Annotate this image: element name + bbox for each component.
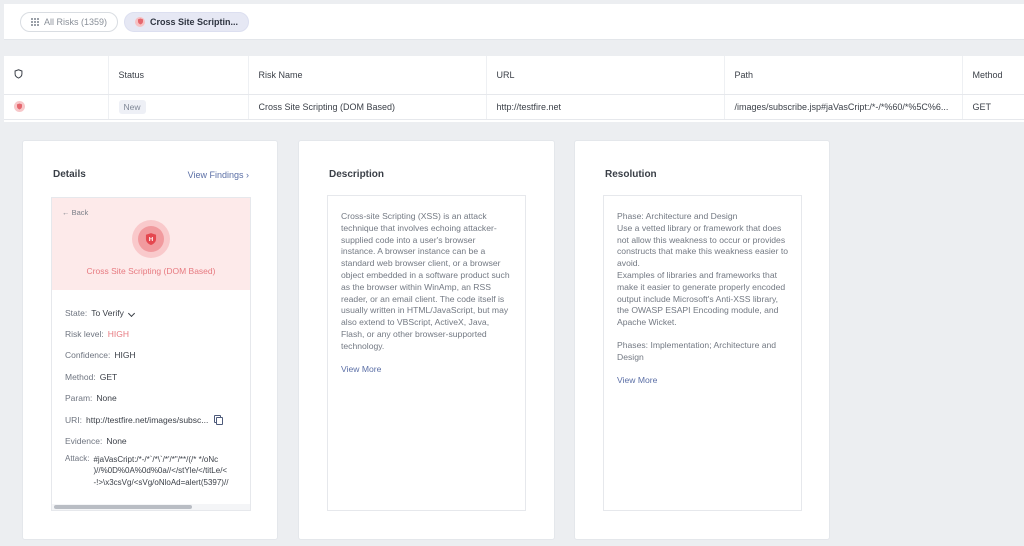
row-risk-name: Cross Site Scripting (DOM Based) [247,94,486,120]
svg-text:H: H [149,237,153,243]
details-fields: State: To Verify Risk level: HIGH Confid… [52,290,250,452]
risk-level-value: HIGH [107,329,129,340]
view-findings-label: View Findings [187,170,244,180]
back-button[interactable]: ← Back [62,208,88,217]
method-field: Method: GET [65,366,250,387]
table-row[interactable]: New Cross Site Scripting (DOM Based) htt… [4,94,1024,120]
confidence-field: Confidence: HIGH [65,345,250,366]
attack-label: Attack: [65,453,90,463]
grid-icon [31,17,39,26]
shield-outline-icon [14,68,23,79]
filter-active-risk[interactable]: Cross Site Scriptin... [124,11,250,32]
confidence-value: HIGH [114,350,136,361]
column-header-method[interactable]: Method [961,56,1024,95]
back-label: Back [71,208,89,217]
chevron-down-icon [127,309,135,317]
method-value: GET [99,371,118,382]
state-field: State: To Verify [65,302,250,323]
evidence-value: None [106,436,127,447]
table-header-row: Status Risk Name URL Path Method [4,56,1024,95]
resolution-box: Phase: Architecture and Design Use a vet… [603,195,802,511]
row-path: /images/subscribe.jsp#jaVasCript:/*-/*%6… [723,94,962,120]
risks-table: Status Risk Name URL Path Method New Cro… [4,56,1024,122]
state-label: State: [65,307,88,318]
description-box: Cross-site Scripting (XSS) is an attack … [327,195,526,511]
uri-field: URI: http://testfire.net/images/subsc... [65,409,250,430]
row-severity [4,94,108,120]
filter-bar: All Risks (1359) Cross Site Scriptin... [4,4,1024,40]
resolution-text-1: Use a vetted library or framework that d… [617,222,788,269]
state-dropdown[interactable]: To Verify [91,307,135,318]
description-text: Cross-site Scripting (XSS) is an attack … [341,211,510,351]
evidence-label: Evidence: [65,436,103,447]
resolution-phase: Phase: Architecture and Design [617,211,738,221]
attack-field: Attack: #jaVasCript:/*-/*`/*\`/*'/*"/**/… [52,454,250,489]
filter-active-label: Cross Site Scriptin... [150,16,239,27]
column-header-severity[interactable] [4,56,108,95]
details-panel: ← Back H Cross Site Scripting (DOM Based… [51,197,251,511]
description-view-more-link[interactable]: View More [341,364,512,376]
shield-icon [14,101,25,112]
arrow-left-icon: ← [62,208,70,217]
param-value: None [96,393,117,404]
param-label: Param: [65,393,93,404]
uri-label: URI: [65,414,82,425]
evidence-field: Evidence: None [65,430,250,451]
copy-icon[interactable] [214,415,224,426]
row-url: http://testfire.net [485,94,724,120]
risk-level-field: Risk level: HIGH [65,323,250,344]
column-header-path[interactable]: Path [723,56,962,95]
uri-value: http://testfire.net/images/subsc... [86,414,209,425]
details-card: Details View Findings › ← Back H Cross S… [22,140,278,540]
column-header-status[interactable]: Status [107,56,248,95]
resolution-card: Resolution Phase: Architecture and Desig… [574,140,830,540]
row-method: GET [961,94,1024,120]
description-card: Description Cross-site Scripting (XSS) i… [298,140,555,540]
filter-all-risks[interactable]: All Risks (1359) [20,11,119,32]
risk-level-label: Risk level: [65,329,104,340]
confidence-label: Confidence: [65,350,111,361]
scrollbar-thumb[interactable] [54,505,192,509]
attack-value: #jaVasCript:/*-/*`/*\`/*'/*"/**/(/* */oN… [93,454,229,487]
param-field: Param: None [65,388,250,409]
risk-shield-icon: H [132,220,170,258]
chevron-right-icon: › [243,170,249,180]
state-value: To Verify [91,307,124,318]
details-title: Details [53,169,86,180]
status-badge: New [118,99,146,114]
resolution-title: Resolution [605,169,657,180]
column-header-url[interactable]: URL [485,56,724,95]
description-title: Description [329,169,385,180]
resolution-view-more-link[interactable]: View More [617,375,788,387]
shield-icon [135,16,146,27]
resolution-text-2: Examples of libraries and frameworks tha… [617,269,786,328]
risk-header: ← Back H Cross Site Scripting (DOM Based… [52,198,250,290]
column-header-risk-name[interactable]: Risk Name [247,56,486,95]
view-findings-link[interactable]: View Findings › [188,170,249,180]
risk-name-heading: Cross Site Scripting (DOM Based) [86,266,216,276]
filter-all-risks-label: All Risks (1359) [44,16,108,27]
horizontal-scrollbar[interactable] [52,504,250,510]
method-label: Method: [65,371,96,382]
row-status: New [107,94,248,120]
resolution-phases: Phases: Implementation; Architecture and… [617,339,777,362]
